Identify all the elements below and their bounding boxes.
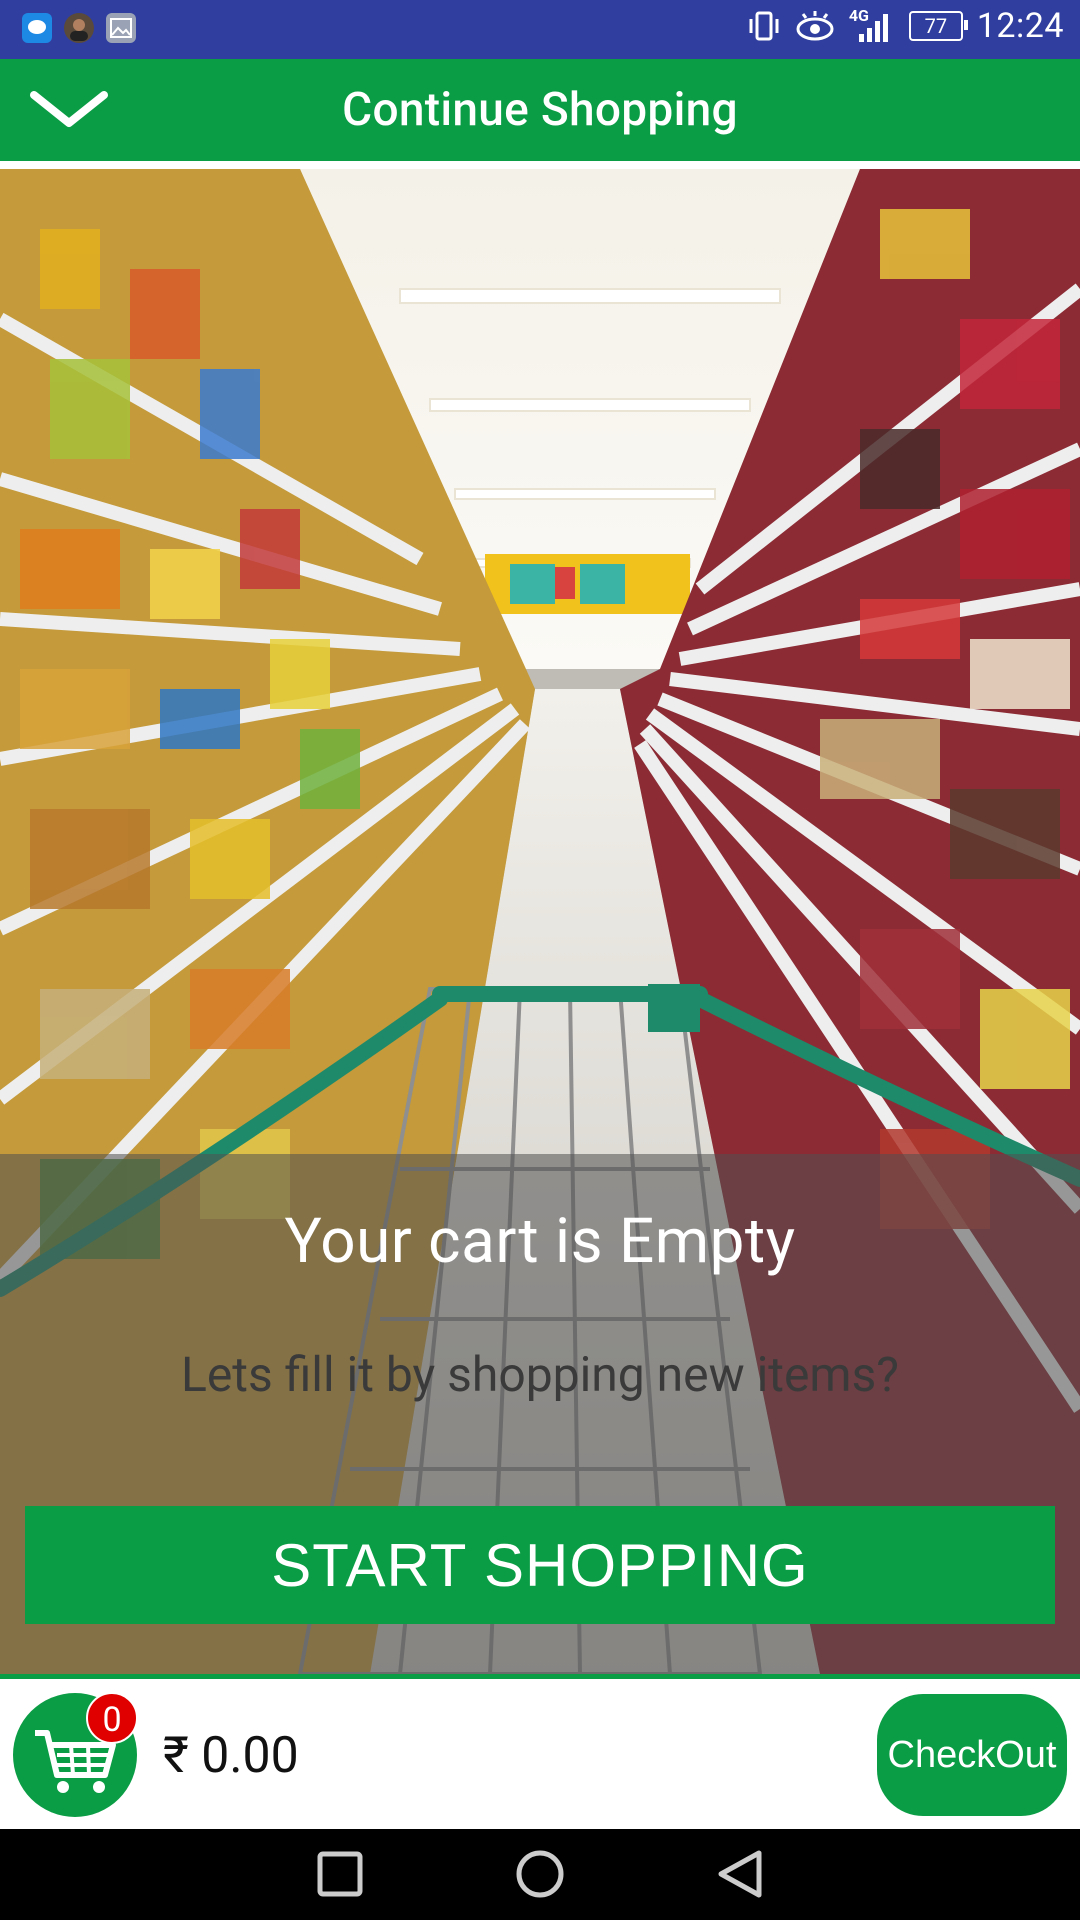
cart-summary-bar: 0 ₹ 0.00 CheckOut	[0, 1679, 1080, 1829]
eye-comfort-icon	[796, 11, 834, 41]
empty-cart-title: Your cart is Empty	[284, 1205, 796, 1278]
page-title: Continue Shopping	[342, 83, 738, 137]
signal-icon: 4G	[849, 6, 895, 46]
recents-square-icon[interactable]	[315, 1849, 365, 1899]
system-icons: 4G 77 12:24	[747, 6, 1064, 46]
system-navigation-bar	[0, 1829, 1080, 1920]
messages-icon	[22, 13, 52, 43]
back-triangle-icon[interactable]	[715, 1849, 765, 1899]
empty-cart-subtitle: Lets fill it by shopping new items?	[181, 1346, 899, 1403]
home-circle-icon[interactable]	[515, 1849, 565, 1899]
status-bar: 4G 77 12:24	[0, 0, 1080, 59]
notification-icons	[22, 13, 136, 43]
vibrate-icon	[749, 11, 779, 41]
battery-level: 77	[924, 14, 948, 38]
gallery-icon	[106, 13, 136, 43]
battery-icon: 77	[908, 11, 968, 41]
start-shopping-button[interactable]: START SHOPPING	[25, 1506, 1055, 1624]
checkout-button[interactable]: CheckOut	[877, 1694, 1067, 1816]
cart-count-badge: 0	[86, 1692, 138, 1744]
status-time: 12:24	[976, 6, 1064, 46]
app-toolbar: Continue Shopping	[0, 59, 1080, 161]
profile-photo-icon	[64, 13, 94, 43]
cart-total: ₹ 0.00	[163, 1727, 299, 1785]
supermarket-aisle-image	[0, 169, 1080, 1674]
